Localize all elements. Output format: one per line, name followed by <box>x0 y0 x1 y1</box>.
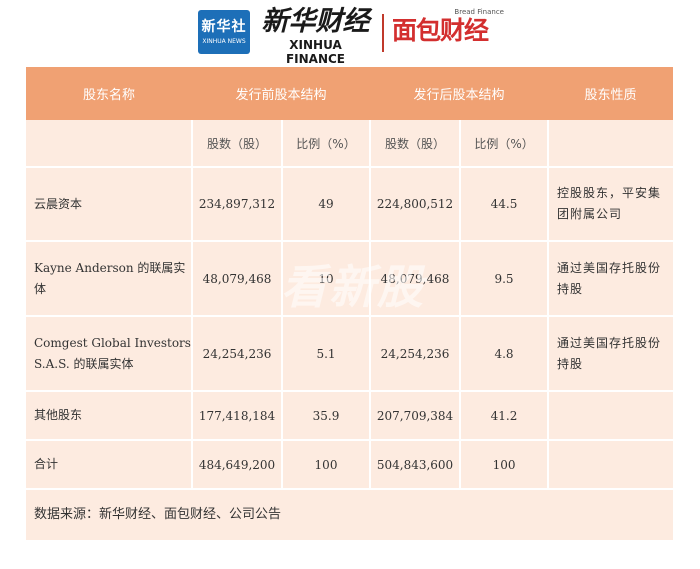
cell-post-ratio: 41.2 <box>460 391 550 441</box>
cell-nature: 控股股东，平安集团附属公司 <box>548 167 674 242</box>
header-nature: 股东性质 <box>548 67 674 120</box>
subheader-post-shares: 股数（股） <box>370 120 462 168</box>
cell-pre-shares: 484,649,200 <box>192 440 283 490</box>
cell-name: 合计 <box>26 440 193 490</box>
cell-name: Kayne Anderson 的联属实体 <box>26 241 193 317</box>
xinhua-news-logo: 新华社 XINHUA NEWS <box>198 10 250 54</box>
cell-post-shares: 207,709,384 <box>370 391 462 441</box>
cell-post-ratio: 44.5 <box>460 167 550 242</box>
header-pre-issue: 发行前股本结构 <box>192 67 371 120</box>
cell-pre-ratio: 100 <box>282 440 372 490</box>
cell-post-ratio: 9.5 <box>460 241 550 317</box>
bread-finance-logo-en: Bread Finance <box>454 8 504 16</box>
subheader-pre-ratio: 比例（%） <box>282 120 372 168</box>
cell-post-ratio: 4.8 <box>460 316 550 392</box>
cell-post-ratio: 100 <box>460 440 550 490</box>
table-row: 合计 484,649,200 100 504,843,600 100 <box>26 440 674 490</box>
xinhua-news-logo-en: XINHUA NEWS <box>202 38 246 45</box>
bread-finance-logo: Bread Finance 面包财经 <box>392 8 512 58</box>
subheader-post-ratio: 比例（%） <box>460 120 550 168</box>
cell-pre-ratio: 10 <box>282 241 372 317</box>
cell-post-shares: 48,079,468 <box>370 241 462 317</box>
cell-pre-shares: 48,079,468 <box>192 241 283 317</box>
cell-pre-ratio: 35.9 <box>282 391 372 441</box>
bread-finance-logo-cn: 面包财经 <box>392 16 489 45</box>
cell-name: 其他股东 <box>26 391 193 441</box>
cell-name: 云晨资本 <box>26 167 193 242</box>
shareholder-table: 股东名称 发行前股本结构 发行后股本结构 股东性质 股数（股） 比例（%） 股数… <box>26 67 674 543</box>
cell-post-shares: 504,843,600 <box>370 440 462 490</box>
cell-post-shares: 24,254,236 <box>370 316 462 392</box>
cell-pre-ratio: 5.1 <box>282 316 372 392</box>
cell-nature: 通过美国存托股份持股 <box>548 241 674 317</box>
source-note: 数据来源：新华财经、面包财经、公司公告 <box>34 507 282 522</box>
xinhua-finance-logo: 新华财经 XINHUA FINANCE <box>258 6 373 66</box>
table-row: Comgest Global Investors S.A.S. 的联属实体 24… <box>26 316 674 392</box>
subheader-blank <box>26 120 193 168</box>
xinhua-finance-logo-en: XINHUA FINANCE <box>285 38 346 66</box>
cell-pre-ratio: 49 <box>282 167 372 242</box>
logo-divider <box>382 14 384 52</box>
xinhua-finance-logo-cn: 新华财经 <box>261 6 370 37</box>
cell-pre-shares: 24,254,236 <box>192 316 283 392</box>
table-row: 云晨资本 234,897,312 49 224,800,512 44.5 控股股… <box>26 167 674 242</box>
subheader-blank-nature <box>548 120 674 168</box>
cell-name: Comgest Global Investors S.A.S. 的联属实体 <box>26 316 193 392</box>
cell-pre-shares: 177,418,184 <box>192 391 283 441</box>
subheader-pre-shares: 股数（股） <box>192 120 283 168</box>
header-shareholder-name: 股东名称 <box>26 67 192 120</box>
logo-bar: 新华社 XINHUA NEWS 新华财经 XINHUA FINANCE Brea… <box>0 0 700 66</box>
cell-nature <box>548 440 674 490</box>
cell-post-shares: 224,800,512 <box>370 167 462 242</box>
xinhua-news-logo-cn: 新华社 <box>201 19 247 35</box>
table-row: 其他股东 177,418,184 35.9 207,709,384 41.2 <box>26 391 674 441</box>
header-post-issue: 发行后股本结构 <box>370 67 549 120</box>
cell-nature: 通过美国存托股份持股 <box>548 316 674 392</box>
table-row: Kayne Anderson 的联属实体 48,079,468 10 48,07… <box>26 241 674 317</box>
source-note-cell: 数据来源：新华财经、面包财经、公司公告 <box>26 489 674 542</box>
cell-nature <box>548 391 674 441</box>
cell-pre-shares: 234,897,312 <box>192 167 283 242</box>
